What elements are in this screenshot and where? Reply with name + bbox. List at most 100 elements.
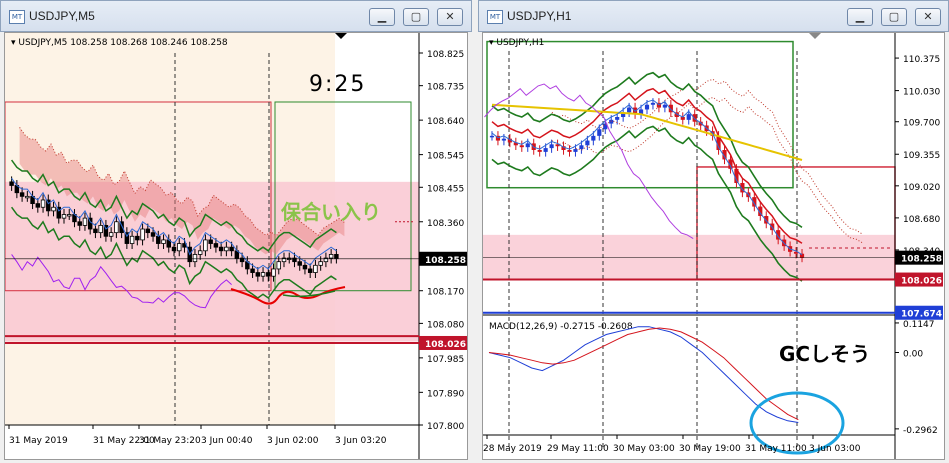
candle-body (40, 199, 46, 208)
level-price-blue-label: 107.674 (901, 310, 942, 320)
time-tick-label: 30 May 03:00 (613, 444, 675, 454)
candle-body (334, 254, 339, 259)
time-tick-label: 3 Jun 00:40 (201, 436, 253, 446)
candle-body (307, 268, 313, 273)
candle-body (543, 148, 548, 152)
chart-area-h1[interactable]: 110.375 110.030 109.700 109.355 109.020 108.6… (482, 32, 945, 460)
chart-area-m5[interactable]: 108.825 108.735 108.640 108.545 108.455 108.3… (4, 32, 468, 460)
window-title: USDJPY,M5 (29, 9, 95, 23)
time-tick-label: 29 May 11:00 (547, 444, 609, 454)
candle-body (108, 232, 114, 237)
candle-body (93, 228, 98, 234)
minimize-button[interactable]: ▁ (847, 8, 873, 26)
close-button[interactable]: ✕ (915, 8, 941, 26)
candle-body (519, 145, 524, 148)
candle-body (650, 102, 656, 105)
candle-body (271, 268, 276, 277)
chart-header: ▾ USDJPY,M5 108.258 108.268 108.246 108.… (11, 38, 228, 48)
macd-tick-label: 0.1147 (903, 320, 935, 330)
time-tick-label: 28 May 2019 (483, 444, 542, 454)
time-tick-label: 31 May 23:20 (139, 436, 201, 446)
candle-body (250, 268, 255, 273)
current-price-label: 108.258 (901, 255, 942, 265)
app-icon: MT (9, 10, 25, 24)
candle-body (302, 264, 308, 270)
candle-body (135, 235, 140, 241)
candle-body (297, 261, 302, 266)
candle-body (25, 195, 30, 199)
macd-main-line (488, 326, 799, 423)
candle-body (585, 140, 590, 146)
candle-body (573, 149, 578, 152)
candle-body (692, 114, 697, 122)
chart-h1[interactable]: 110.375 110.030 109.700 109.355 109.020 108.6… (483, 33, 944, 459)
macd-annotation: GCしそう (779, 342, 870, 366)
price-tick-label: 108.640 (427, 117, 464, 127)
candle-body (229, 246, 234, 252)
titlebar-h1[interactable]: MT USDJPY,H1 ▁ ▢ ✕ (478, 0, 949, 32)
candle-body (489, 135, 495, 138)
candle-body (61, 214, 67, 219)
time-tick-label: 30 May 19:00 (679, 444, 741, 454)
level-price-red-label: 108.026 (901, 277, 942, 287)
chart-m5[interactable]: 108.825 108.735 108.640 108.545 108.455 108.3… (4, 33, 467, 459)
candle-body (19, 192, 25, 197)
candle-body (313, 264, 318, 273)
candle-body (537, 150, 542, 152)
candle-body (255, 272, 261, 277)
candle-body (501, 138, 506, 141)
candle-body (177, 243, 182, 252)
candle-body (224, 246, 229, 252)
candle-body (662, 104, 667, 108)
cloud-span-b (551, 96, 863, 244)
price-tick-label: 110.030 (903, 88, 940, 98)
candle-body (203, 239, 208, 252)
time-tick-label: 3 Jun 03:20 (335, 436, 387, 446)
price-tick-label: 108.545 (427, 152, 464, 162)
candle-body (192, 254, 198, 263)
window-usdjpy-m5: MT USDJPY,M5 ▁ ▢ ✕ 108.825 108.735 108.640… (0, 0, 472, 460)
candle-body (597, 129, 602, 136)
candle-body (9, 181, 14, 186)
candle-body (208, 239, 213, 244)
current-price-label: 108.258 (425, 256, 466, 266)
candle-body (145, 228, 151, 234)
candle-body (156, 235, 161, 244)
candle-body (525, 143, 530, 148)
price-tick-label: 109.700 (903, 119, 940, 129)
maximize-button[interactable]: ▢ (881, 8, 907, 26)
time-tick-label: 3 Jun 02:00 (267, 436, 319, 446)
candle-body (276, 261, 281, 270)
candle-body (213, 243, 219, 248)
candle-body (579, 145, 584, 150)
price-tick-label: 108.735 (427, 83, 464, 93)
candle-body (77, 221, 82, 226)
price-tick-label: 109.020 (903, 183, 940, 193)
candle-body (140, 228, 145, 241)
cloud-span-a (551, 78, 863, 235)
shift-marker (809, 33, 821, 39)
close-button[interactable]: ✕ (437, 8, 463, 26)
maximize-button[interactable]: ▢ (403, 8, 429, 26)
candle-body (627, 107, 632, 113)
price-tick-label: 110.375 (903, 55, 940, 65)
candle-body (266, 272, 271, 277)
window-usdjpy-h1: MT USDJPY,H1 ▁ ▢ ✕ 110.375 110.030 109.700… (478, 0, 949, 460)
app-icon: MT (487, 10, 503, 24)
titlebar-m5[interactable]: MT USDJPY,M5 ▁ ▢ ✕ (0, 0, 472, 32)
candle-body (35, 203, 41, 208)
time-tick-label: 31 May 2019 (9, 436, 68, 446)
level-price-label: 108.026 (425, 340, 466, 350)
macd-signal-line (488, 327, 799, 421)
candle-body (82, 217, 88, 226)
candle-body (260, 272, 266, 277)
minimize-button[interactable]: ▁ (369, 8, 395, 26)
window-title: USDJPY,H1 (507, 9, 572, 23)
time-annotation: 9:25 (309, 72, 366, 97)
consolidation-annotation: 保合い入り (280, 200, 381, 224)
candle-body (129, 235, 135, 244)
price-tick-label: 108.360 (427, 219, 464, 229)
time-tick-label: 31 May 11:00 (745, 444, 807, 454)
candle-body (591, 135, 596, 141)
candle-body (549, 144, 554, 149)
